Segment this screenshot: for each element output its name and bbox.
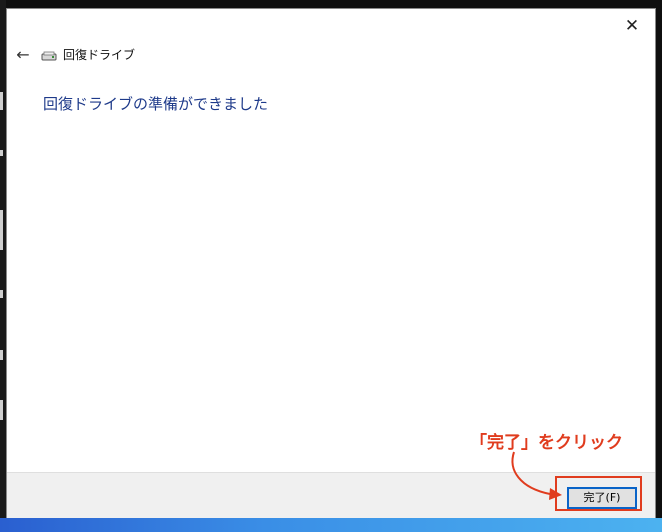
back-arrow-icon: ←	[16, 45, 30, 64]
close-button[interactable]: ✕	[621, 15, 643, 37]
background-mark	[0, 400, 3, 420]
background-mark	[0, 350, 3, 360]
dialog-title: 回復ドライブ	[63, 48, 136, 62]
background-mark	[0, 210, 3, 250]
background-mark	[0, 150, 3, 156]
drive-icon	[41, 51, 57, 61]
back-button[interactable]: ←	[13, 45, 33, 65]
background-mark	[0, 290, 3, 298]
page-heading: 回復ドライブの準備ができました	[43, 95, 269, 113]
background-mark	[0, 92, 3, 110]
callout-arrow-icon	[511, 451, 562, 500]
close-icon: ✕	[624, 16, 640, 36]
taskbar	[0, 518, 662, 532]
